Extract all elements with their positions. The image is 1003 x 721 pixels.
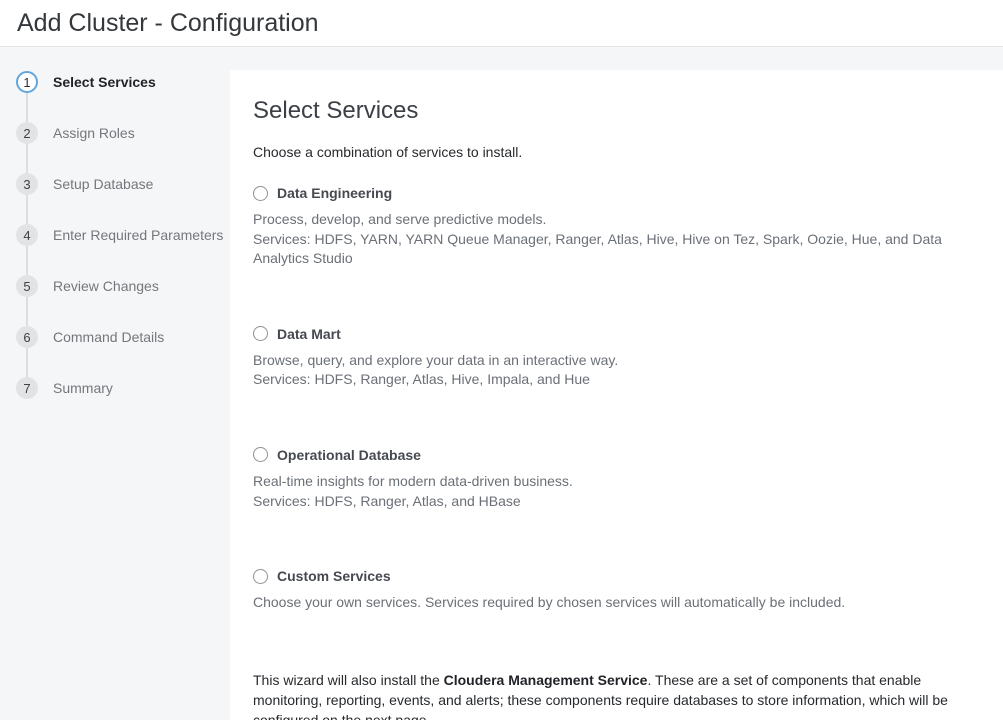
option-description: Browse, query, and explore your data in … — [253, 351, 975, 390]
body-region: 1 Select Services 2 Assign Roles 3 Setup… — [0, 47, 1003, 720]
step-label: Enter Required Parameters — [53, 227, 223, 243]
radio-data-engineering[interactable] — [253, 186, 268, 201]
note-prefix: This wizard will also install the — [253, 672, 444, 688]
management-service-note: This wizard will also install the Cloude… — [253, 670, 975, 720]
step-command-details: 6 Command Details — [0, 326, 230, 348]
step-number-badge: 3 — [16, 173, 38, 195]
option-description: Real-time insights for modern data-drive… — [253, 472, 975, 511]
option-row-data-engineering[interactable]: Data Engineering — [253, 185, 975, 201]
option-data-mart: Data Mart Browse, query, and explore you… — [253, 326, 975, 390]
step-number-badge: 7 — [16, 377, 38, 399]
step-number-badge: 2 — [16, 122, 38, 144]
step-label: Select Services — [53, 74, 156, 90]
step-number-badge: 5 — [16, 275, 38, 297]
step-enter-required-parameters: 4 Enter Required Parameters — [0, 224, 230, 246]
wizard-step-sidebar: 1 Select Services 2 Assign Roles 3 Setup… — [0, 47, 230, 720]
step-label: Review Changes — [53, 278, 159, 294]
option-label[interactable]: Data Engineering — [277, 185, 392, 201]
step-number-badge: 6 — [16, 326, 38, 348]
page-header: Add Cluster - Configuration — [0, 0, 1003, 47]
option-description-line: Process, develop, and serve predictive m… — [253, 210, 975, 230]
step-label: Command Details — [53, 329, 164, 345]
option-label[interactable]: Operational Database — [277, 447, 421, 463]
step-select-services: 1 Select Services — [0, 71, 230, 93]
option-custom-services: Custom Services Choose your own services… — [253, 568, 975, 613]
option-label[interactable]: Custom Services — [277, 568, 391, 584]
option-services-line: Services: HDFS, Ranger, Atlas, and HBase — [253, 492, 975, 512]
option-row-data-mart[interactable]: Data Mart — [253, 326, 975, 342]
option-description-line: Browse, query, and explore your data in … — [253, 351, 975, 371]
option-row-custom-services[interactable]: Custom Services — [253, 568, 975, 584]
option-operational-database: Operational Database Real-time insights … — [253, 447, 975, 511]
step-label: Setup Database — [53, 176, 153, 192]
step-assign-roles: 2 Assign Roles — [0, 122, 230, 144]
step-review-changes: 5 Review Changes — [0, 275, 230, 297]
section-heading: Select Services — [253, 97, 975, 125]
step-summary: 7 Summary — [0, 377, 230, 399]
main-panel: Select Services Choose a combination of … — [230, 70, 1003, 720]
option-row-operational-database[interactable]: Operational Database — [253, 447, 975, 463]
option-description: Choose your own services. Services requi… — [253, 593, 975, 613]
radio-operational-database[interactable] — [253, 447, 268, 462]
step-number-badge: 4 — [16, 224, 38, 246]
option-description-line: Real-time insights for modern data-drive… — [253, 472, 975, 492]
step-setup-database: 3 Setup Database — [0, 173, 230, 195]
option-data-engineering: Data Engineering Process, develop, and s… — [253, 185, 975, 269]
page-title: Add Cluster - Configuration — [17, 9, 319, 38]
step-number-badge: 1 — [16, 71, 38, 93]
step-label: Summary — [53, 380, 113, 396]
note-bold-term: Cloudera Management Service — [444, 672, 648, 688]
option-label[interactable]: Data Mart — [277, 326, 341, 342]
radio-custom-services[interactable] — [253, 569, 268, 584]
option-services-line: Services: HDFS, YARN, YARN Queue Manager… — [253, 230, 975, 269]
radio-data-mart[interactable] — [253, 326, 268, 341]
step-label: Assign Roles — [53, 125, 135, 141]
option-description: Process, develop, and serve predictive m… — [253, 210, 975, 269]
option-services-line: Services: HDFS, Ranger, Atlas, Hive, Imp… — [253, 370, 975, 390]
option-description-line: Choose your own services. Services requi… — [253, 593, 975, 613]
section-subtitle: Choose a combination of services to inst… — [253, 144, 975, 160]
